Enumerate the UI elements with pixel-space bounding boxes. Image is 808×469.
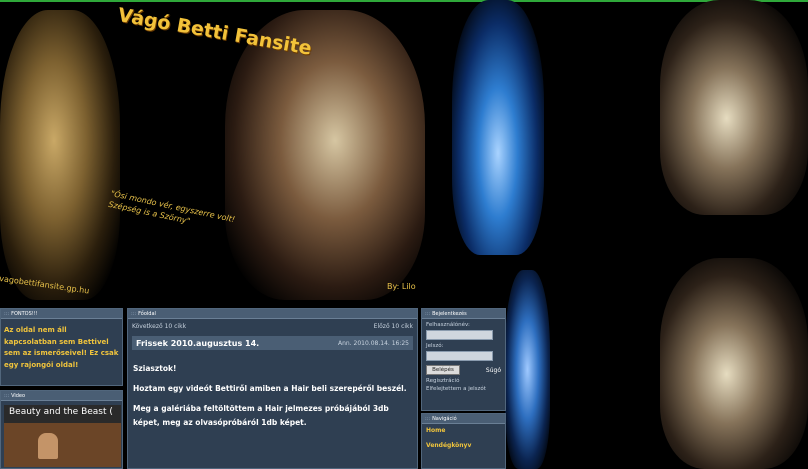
video-title: Beauty and the Beast ( <box>9 407 113 417</box>
post-paragraph: Sziasztok! <box>133 364 177 373</box>
dancer-photo-left <box>0 10 120 300</box>
blue-dress-photo <box>452 0 544 255</box>
grip-icon: ::: <box>131 311 137 317</box>
post-header: Frissek 2010.augusztus 14. Ann. 2010.08.… <box>132 336 413 350</box>
blue-dress-photo-small <box>505 270 550 469</box>
forgot-password-link[interactable]: Elfelejtettem a jelszót <box>426 386 501 394</box>
top-border <box>0 0 808 2</box>
username-label: Felhasználónév: <box>426 322 470 328</box>
nav-item-home[interactable]: Home <box>426 427 501 434</box>
username-field[interactable] <box>426 330 493 340</box>
important-panel: ::: FONTOS!!! Az oldal nem áll kapcsolatb… <box>0 308 123 386</box>
register-link[interactable]: Regisztráció <box>426 378 501 386</box>
post-title[interactable]: Frissek 2010.augusztus 14. <box>136 339 259 348</box>
home-panel-header: ::: Főoldal <box>128 309 417 319</box>
login-form: Felhasználónév: Jelszó: Belépés Súgó Reg… <box>422 319 505 396</box>
login-header-label: Bejelentkezés <box>432 311 467 317</box>
password-field[interactable] <box>426 351 493 361</box>
video-panel-header: ::: Video <box>1 391 122 401</box>
grip-icon: ::: <box>425 416 431 422</box>
important-header-label: FONTOS!!! <box>11 311 38 317</box>
post-meta: Ann. 2010.08.14. 16:25 <box>338 339 409 347</box>
navigation-header-label: Navigáció <box>432 416 457 422</box>
login-links: Regisztráció Elfelejtettem a jelszót <box>426 378 501 393</box>
video-person-figure <box>38 433 58 459</box>
post-body: Sziasztok! Hoztam egy videót Bettiről am… <box>128 350 417 430</box>
navigation-panel-header: ::: Navigáció <box>422 414 505 424</box>
video-panel: ::: Video Beauty and the Beast ( <box>0 390 123 469</box>
grip-icon: ::: <box>4 311 10 317</box>
grip-icon: ::: <box>4 393 10 399</box>
navigation-panel: ::: Navigáció Home Vendégkönyv <box>421 413 506 469</box>
login-button[interactable]: Belépés <box>426 365 460 375</box>
login-panel-header: ::: Bejelentkezés <box>422 309 505 319</box>
video-player[interactable]: Beauty and the Beast ( <box>4 405 121 467</box>
site-title: Vágó Betti Fansite <box>116 4 314 60</box>
post-paragraph: Hoztam egy videót Bettiről amiben a Hair… <box>133 383 407 393</box>
login-panel: ::: Bejelentkezés Felhasználónév: Jelszó:… <box>421 308 506 411</box>
previous-articles-link[interactable]: Előző 10 cikk <box>374 319 413 334</box>
post-paragraph: Meg a galériába feltöltöttem a Hair jelm… <box>133 403 389 427</box>
login-actions: Belépés Súgó <box>426 365 501 375</box>
password-label: Jelszó: <box>426 343 444 349</box>
grip-icon: ::: <box>425 311 431 317</box>
important-panel-header: ::: FONTOS!!! <box>1 309 122 319</box>
important-text: Az oldal nem áll kapcsolatban sem Bettiv… <box>4 326 119 369</box>
video-header-label: Video <box>11 393 26 399</box>
article-pagination: Következő 10 cikk Előző 10 cikk <box>128 319 417 334</box>
next-articles-link[interactable]: Következő 10 cikk <box>132 319 186 334</box>
navigation-list: Home Vendégkönyv <box>422 424 505 460</box>
couple-photo <box>225 10 425 300</box>
dancer-photo-right-bottom <box>660 258 808 469</box>
banner-credit: By: Lilo <box>387 282 416 291</box>
home-panel: ::: Főoldal Következő 10 cikk Előző 10 ci… <box>127 308 418 469</box>
home-header-label: Főoldal <box>138 311 156 317</box>
nav-item-guestbook[interactable]: Vendégkönyv <box>426 442 501 449</box>
help-icon[interactable]: Súgó <box>486 367 501 374</box>
dancer-photo-right-top <box>660 0 808 215</box>
